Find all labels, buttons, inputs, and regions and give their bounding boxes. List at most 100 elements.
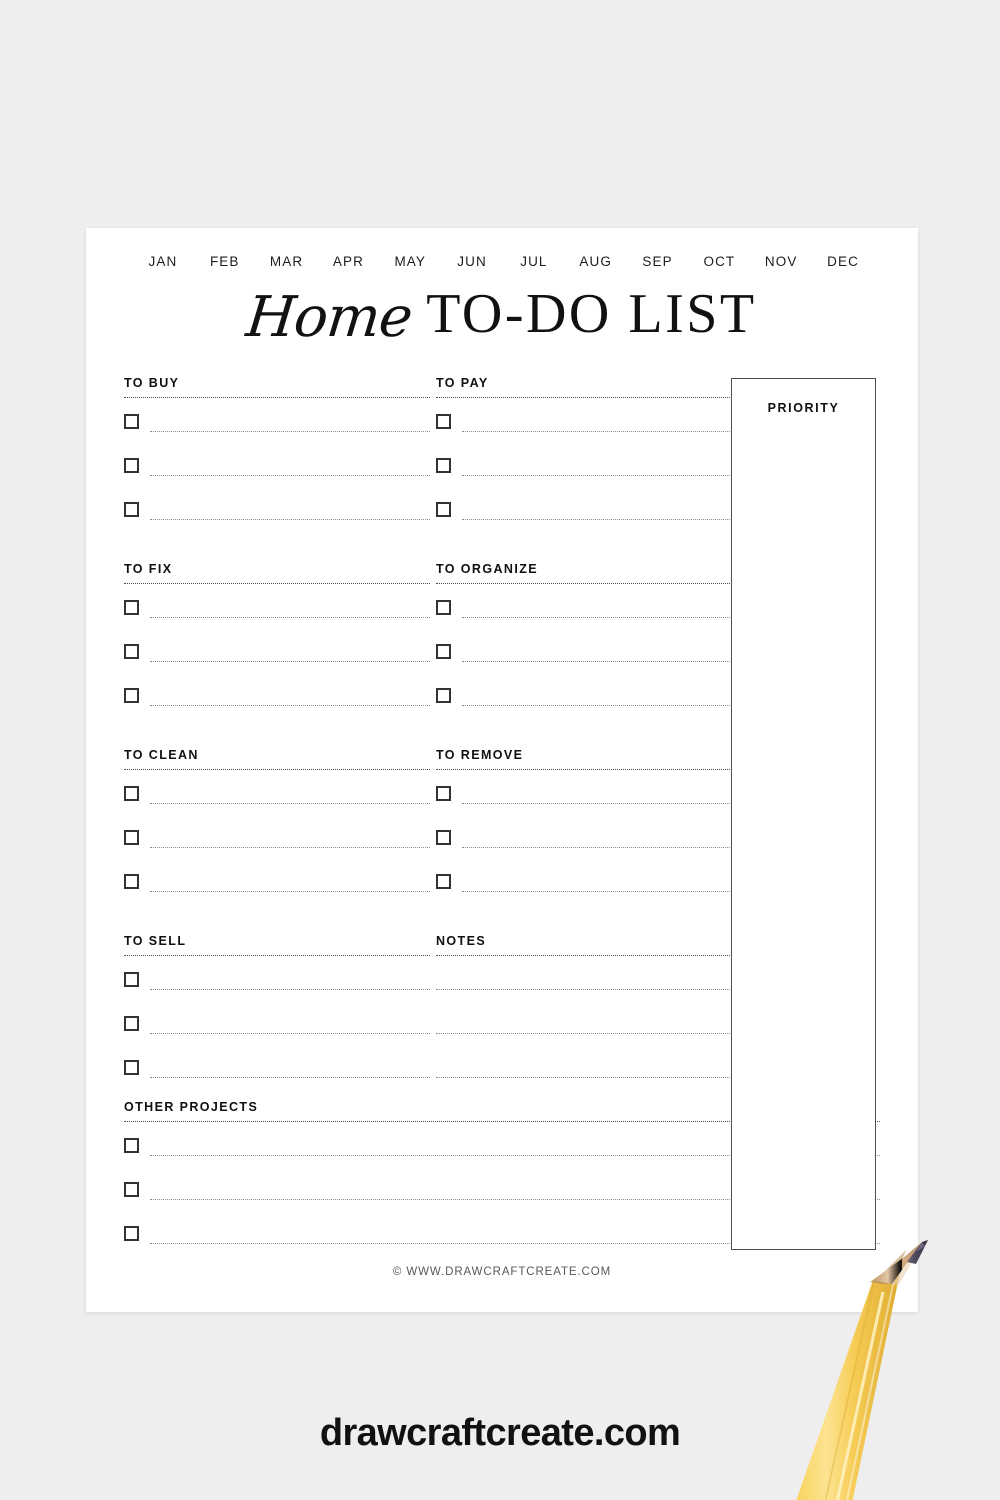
- task-write-line[interactable]: [150, 803, 430, 804]
- month-apr[interactable]: APR: [317, 254, 379, 269]
- page-title: Home TO-DO LIST: [86, 285, 918, 356]
- task-write-line[interactable]: [150, 519, 430, 520]
- task-write-line[interactable]: [150, 989, 430, 990]
- task-row[interactable]: [436, 826, 742, 870]
- note-write-line[interactable]: [436, 1033, 742, 1034]
- priority-box[interactable]: PRIORITY: [731, 378, 876, 1250]
- section-header-to-clean: TO CLEAN: [124, 748, 199, 762]
- task-write-line[interactable]: [150, 1033, 430, 1034]
- note-row[interactable]: [436, 1056, 742, 1100]
- checkbox-icon[interactable]: [124, 874, 139, 889]
- task-write-line[interactable]: [462, 705, 742, 706]
- paper-footer-copyright: © WWW.DRAWCRAFTCREATE.COM: [392, 1266, 612, 1278]
- month-mar[interactable]: MAR: [256, 254, 318, 269]
- section-to-sell: TO SELL: [124, 934, 430, 1100]
- month-may[interactable]: MAY: [379, 254, 441, 269]
- month-nov[interactable]: NOV: [750, 254, 812, 269]
- month-dec[interactable]: DEC: [812, 254, 874, 269]
- checkbox-icon[interactable]: [124, 600, 139, 615]
- task-row[interactable]: [436, 870, 742, 914]
- task-row[interactable]: [436, 454, 742, 498]
- checkbox-icon[interactable]: [124, 502, 139, 517]
- task-row[interactable]: [436, 410, 742, 454]
- task-write-line[interactable]: [462, 475, 742, 476]
- task-write-line[interactable]: [462, 661, 742, 662]
- month-feb[interactable]: FEB: [194, 254, 256, 269]
- task-row[interactable]: [436, 640, 742, 684]
- checkbox-icon[interactable]: [436, 874, 451, 889]
- task-write-line[interactable]: [150, 705, 430, 706]
- task-row[interactable]: [124, 1056, 430, 1100]
- checkbox-icon[interactable]: [124, 458, 139, 473]
- task-row[interactable]: [436, 684, 742, 728]
- task-row[interactable]: [124, 968, 430, 1012]
- task-row[interactable]: [124, 782, 430, 826]
- task-row[interactable]: [124, 640, 430, 684]
- task-row[interactable]: [436, 596, 742, 640]
- task-row[interactable]: [124, 596, 430, 640]
- note-row[interactable]: [436, 1012, 742, 1056]
- checkbox-icon[interactable]: [124, 1182, 139, 1197]
- checkbox-icon[interactable]: [124, 786, 139, 801]
- checkbox-icon[interactable]: [436, 600, 451, 615]
- checkbox-icon[interactable]: [436, 458, 451, 473]
- section-to-pay: TO PAY: [436, 376, 742, 542]
- task-write-line[interactable]: [150, 617, 430, 618]
- section-header-notes: NOTES: [436, 934, 487, 948]
- checkbox-icon[interactable]: [124, 688, 139, 703]
- checkbox-icon[interactable]: [124, 1060, 139, 1075]
- note-write-line[interactable]: [436, 989, 742, 990]
- checkbox-icon[interactable]: [436, 786, 451, 801]
- task-write-line[interactable]: [150, 475, 430, 476]
- checkbox-icon[interactable]: [436, 688, 451, 703]
- checkbox-icon[interactable]: [124, 414, 139, 429]
- task-write-line[interactable]: [462, 891, 742, 892]
- checkbox-icon[interactable]: [124, 644, 139, 659]
- task-write-line[interactable]: [462, 519, 742, 520]
- section-to-buy: TO BUY: [124, 376, 430, 542]
- checkbox-icon[interactable]: [436, 830, 451, 845]
- task-row[interactable]: [124, 498, 430, 542]
- month-sep[interactable]: SEP: [627, 254, 689, 269]
- section-to-clean: TO CLEAN: [124, 748, 430, 914]
- section-rule-to-organize: [436, 583, 742, 584]
- checkbox-icon[interactable]: [124, 972, 139, 987]
- task-row[interactable]: [124, 1012, 430, 1056]
- section-to-remove: TO REMOVE: [436, 748, 742, 914]
- task-row[interactable]: [436, 782, 742, 826]
- month-jan[interactable]: JAN: [132, 254, 194, 269]
- task-row[interactable]: [436, 498, 742, 542]
- task-write-line[interactable]: [150, 891, 430, 892]
- task-write-line[interactable]: [462, 847, 742, 848]
- task-row[interactable]: [124, 454, 430, 498]
- checkbox-icon[interactable]: [436, 414, 451, 429]
- section-rule-to-fix: [124, 583, 430, 584]
- month-oct[interactable]: OCT: [688, 254, 750, 269]
- task-write-line[interactable]: [462, 803, 742, 804]
- section-header-to-fix: TO FIX: [124, 562, 173, 576]
- note-write-line[interactable]: [436, 1077, 742, 1078]
- task-row[interactable]: [124, 684, 430, 728]
- note-row[interactable]: [436, 968, 742, 1012]
- month-jul[interactable]: JUL: [503, 254, 565, 269]
- task-write-line[interactable]: [462, 617, 742, 618]
- task-write-line[interactable]: [150, 661, 430, 662]
- right-column: TO PAY TO ORGANIZE TO REMOVE NOTES: [436, 376, 742, 1100]
- checkbox-icon[interactable]: [124, 830, 139, 845]
- month-jun[interactable]: JUN: [441, 254, 503, 269]
- checkbox-icon[interactable]: [124, 1226, 139, 1241]
- task-row[interactable]: [124, 826, 430, 870]
- task-row[interactable]: [124, 410, 430, 454]
- checkbox-icon[interactable]: [124, 1016, 139, 1031]
- task-row[interactable]: [124, 870, 430, 914]
- checkbox-icon[interactable]: [124, 1138, 139, 1153]
- task-write-line[interactable]: [150, 431, 430, 432]
- month-aug[interactable]: AUG: [565, 254, 627, 269]
- checkbox-icon[interactable]: [436, 644, 451, 659]
- task-write-line[interactable]: [150, 847, 430, 848]
- task-write-line[interactable]: [462, 431, 742, 432]
- section-notes: NOTES: [436, 934, 742, 1100]
- task-write-line[interactable]: [150, 1077, 430, 1078]
- checkbox-icon[interactable]: [436, 502, 451, 517]
- section-rule-to-buy: [124, 397, 430, 398]
